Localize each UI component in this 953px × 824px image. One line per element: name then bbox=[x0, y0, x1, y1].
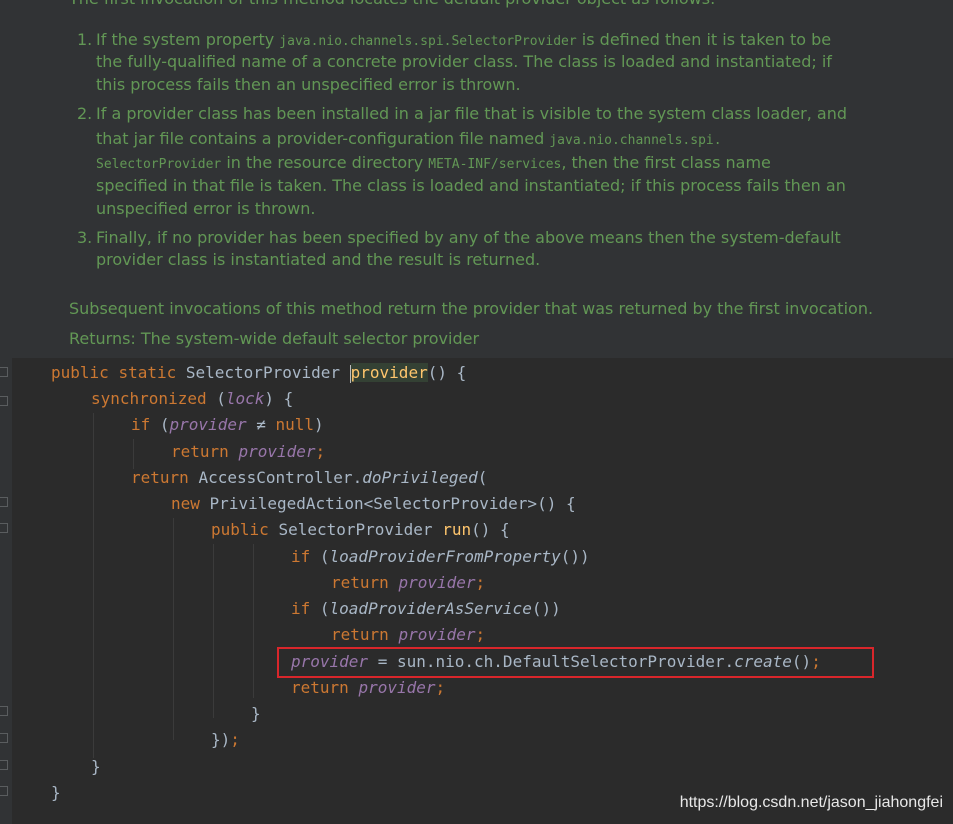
code-line-if-load-property: if (loadProviderFromProperty()) bbox=[291, 547, 590, 566]
fold-marker-icon[interactable] bbox=[0, 706, 8, 716]
javadoc-panel: The first invocation of this method loca… bbox=[0, 0, 953, 358]
code-line-return-provider: return provider; bbox=[331, 573, 486, 592]
doc-item2-line3: SelectorProvider in the resource directo… bbox=[96, 153, 771, 172]
doc-item1-line3: this process fails then an unspecified e… bbox=[96, 75, 521, 94]
doc-item2-line5: unspecified error is thrown. bbox=[96, 199, 316, 218]
fold-marker-icon[interactable] bbox=[0, 733, 8, 743]
code-line-close-brace: } bbox=[251, 704, 261, 723]
fold-marker-icon[interactable] bbox=[0, 497, 8, 507]
doc-item2-line2: that jar file contains a provider-config… bbox=[96, 129, 722, 148]
indent-guide bbox=[253, 544, 254, 698]
doc-item1-line1: If the system property java.nio.channels… bbox=[96, 30, 832, 49]
doc-item2-line1: If a provider class has been installed i… bbox=[96, 104, 848, 123]
doc-returns-text: Returns: The system-wide default selecto… bbox=[69, 329, 480, 348]
list-number: 1. bbox=[77, 30, 93, 49]
indent-guide bbox=[173, 518, 174, 740]
fold-marker-icon[interactable] bbox=[0, 786, 8, 796]
doc-subsequent-text: Subsequent invocations of this method re… bbox=[69, 299, 874, 318]
code-line-synchronized: synchronized (lock) { bbox=[91, 389, 294, 408]
doc-item3-line2: provider class is instantiated and the r… bbox=[96, 250, 541, 269]
code-line-if-null: if (provider ≠ null) bbox=[131, 415, 324, 434]
editor-gutter bbox=[0, 358, 12, 824]
code-line-new-privileged-action: new PrivilegedAction<SelectorProvider>()… bbox=[171, 494, 576, 513]
fold-marker-icon[interactable] bbox=[0, 760, 8, 770]
watermark-text: https://blog.csdn.net/jason_jiahongfei bbox=[679, 794, 943, 811]
doc-item3-line1: Finally, if no provider has been specifi… bbox=[96, 228, 841, 247]
code-line-if-load-service: if (loadProviderAsService()) bbox=[291, 599, 561, 618]
fold-marker-icon[interactable] bbox=[0, 367, 8, 377]
list-number: 2. bbox=[77, 104, 93, 123]
code-line-return-provider: return provider; bbox=[171, 442, 326, 461]
doc-intro-text: The first invocation of this method loca… bbox=[69, 0, 715, 9]
code-line-return-do-privileged: return AccessController.doPrivileged( bbox=[131, 468, 488, 487]
code-line-method-signature: public static SelectorProvider provider(… bbox=[51, 363, 467, 383]
code-line-return-provider: return provider; bbox=[291, 678, 446, 697]
code-line-close-brace: } bbox=[51, 783, 61, 802]
code-line-run-signature: public SelectorProvider run() { bbox=[211, 520, 510, 539]
doc-item2-line4: specified in that file is taken. The cla… bbox=[96, 176, 846, 195]
code-line-close-paren: }); bbox=[211, 730, 240, 749]
code-line-close-brace: } bbox=[91, 757, 101, 776]
fold-marker-icon[interactable] bbox=[0, 523, 8, 533]
highlight-annotation-box bbox=[277, 647, 874, 678]
indent-guide bbox=[213, 544, 214, 718]
indent-guide bbox=[93, 413, 94, 758]
list-number: 3. bbox=[77, 228, 93, 247]
fold-marker-icon[interactable] bbox=[0, 396, 8, 406]
doc-item1-line2: the fully-qualified name of a concrete p… bbox=[96, 52, 832, 71]
code-line-return-provider: return provider; bbox=[331, 625, 486, 644]
